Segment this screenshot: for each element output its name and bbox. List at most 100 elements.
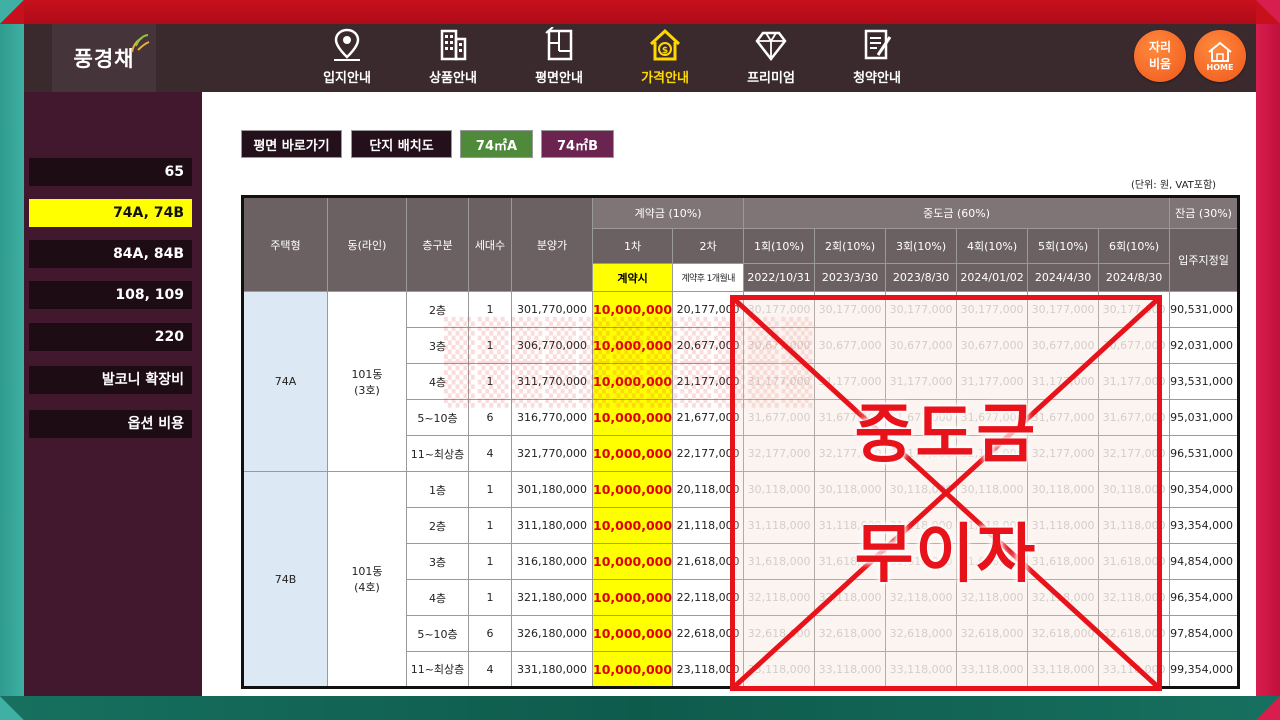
- away-button[interactable]: 자리 비움: [1134, 30, 1186, 82]
- home-button[interactable]: HOME: [1194, 30, 1246, 82]
- dong-cell: 101동 (4호): [327, 471, 407, 688]
- nav-item-location[interactable]: 입지안내: [294, 24, 400, 92]
- interim-cell: 31,618,000: [1027, 543, 1100, 580]
- col-header-interim-date: 2024/01/02: [956, 263, 1029, 292]
- floorplan-shortcut-button[interactable]: 평면 바로가기: [241, 130, 342, 158]
- col-header-interim-round: 4회(10%): [956, 228, 1029, 264]
- sidebar-item-65[interactable]: 65: [29, 158, 192, 186]
- col-header-floor: 층구분: [406, 196, 469, 292]
- frame-corner: [1256, 696, 1280, 720]
- interim-cell: 31,677,000: [956, 399, 1029, 436]
- dong-label: 101동: [351, 367, 383, 381]
- interim-cell: 31,177,000: [885, 363, 958, 400]
- interim-cell: 32,618,000: [1027, 615, 1100, 652]
- interim-cell: 32,118,000: [956, 579, 1029, 616]
- deposit-2-cell: 22,118,000: [672, 579, 745, 616]
- frame-corner: [1256, 0, 1280, 24]
- brand-logo[interactable]: 풍경채: [52, 24, 156, 92]
- interim-cell: 31,618,000: [814, 543, 887, 580]
- type-74b-button[interactable]: 74㎡B: [541, 130, 614, 158]
- balance-cell: 93,354,000: [1169, 507, 1240, 544]
- interim-cell: 32,618,000: [743, 615, 816, 652]
- balance-cell: 94,854,000: [1169, 543, 1240, 580]
- col-header-interim-date: 2022/10/31: [743, 263, 816, 292]
- interim-cell: 31,118,000: [743, 507, 816, 544]
- interim-cell: 30,677,000: [885, 327, 958, 364]
- interim-cell: 31,177,000: [814, 363, 887, 400]
- nav-label: 평면안내: [535, 71, 583, 86]
- nav-item-floorplan[interactable]: 평면안내: [506, 24, 612, 92]
- sidebar-item-balcony[interactable]: 발코니 확장비: [29, 366, 192, 394]
- interim-cell: 32,618,000: [956, 615, 1029, 652]
- price-cell: 301,770,000: [511, 291, 593, 328]
- col-header-housing-type: 주택형: [242, 196, 328, 292]
- interim-cell: 30,118,000: [1027, 471, 1100, 508]
- price-cell: 316,180,000: [511, 543, 593, 580]
- nav-item-price[interactable]: $ 가격안내: [612, 24, 718, 92]
- interim-cell: 30,177,000: [956, 291, 1029, 328]
- deposit-2-cell: 22,618,000: [672, 615, 745, 652]
- site-plan-button[interactable]: 단지 배치도: [351, 130, 452, 158]
- deposit-2-cell: 22,177,000: [672, 435, 745, 472]
- interim-cell: 32,118,000: [1027, 579, 1100, 616]
- col-header-deposit-2: 2차: [672, 228, 745, 264]
- sidebar-item-options[interactable]: 옵션 비용: [29, 410, 192, 438]
- households-cell: 1: [468, 327, 512, 364]
- col-header-interim-round: 6회(10%): [1098, 228, 1171, 264]
- sidebar-item-108[interactable]: 108, 109: [29, 281, 192, 309]
- deposit-1-cell: 10,000,000: [591, 327, 674, 364]
- interim-cell: 30,677,000: [956, 327, 1029, 364]
- housing-type-cell: 74A: [242, 291, 328, 472]
- deposit-1-cell: 10,000,000: [591, 291, 674, 328]
- interim-cell: 32,118,000: [885, 579, 958, 616]
- households-cell: 1: [468, 291, 512, 328]
- dong-line: (4호): [354, 581, 380, 594]
- col-header-deposit: 계약금 (10%): [591, 196, 745, 229]
- balance-cell: 96,531,000: [1169, 435, 1240, 472]
- sidebar-item-84[interactable]: 84A, 84B: [29, 240, 192, 268]
- type-74a-button[interactable]: 74㎡A: [460, 130, 533, 158]
- price-content: 평면 바로가기 단지 배치도 74㎡A 74㎡B (단위: 원, VAT포함) …: [202, 92, 1256, 696]
- interim-cell: 31,118,000: [1027, 507, 1100, 544]
- home-button-label: HOME: [1206, 62, 1234, 72]
- interim-cell: 31,118,000: [956, 507, 1029, 544]
- nav-label: 상품안내: [429, 71, 477, 86]
- frame-right: [1256, 0, 1280, 720]
- interim-cell: 33,118,000: [885, 651, 958, 688]
- nav-item-subscription[interactable]: 청약안내: [824, 24, 930, 92]
- document-pen-icon: [860, 27, 894, 63]
- interim-cell: 31,677,000: [1098, 399, 1171, 436]
- price-table: 주택형 동(라인) 층구분 세대수 분양가 계약금 (10%) 중도금 (60%…: [241, 195, 1241, 689]
- price-cell: 306,770,000: [511, 327, 593, 364]
- interim-cell: 32,618,000: [1098, 615, 1171, 652]
- balance-cell: 90,354,000: [1169, 471, 1240, 508]
- nav-item-product[interactable]: 상품안내: [400, 24, 506, 92]
- interim-cell: 32,618,000: [814, 615, 887, 652]
- unit-note: (단위: 원, VAT포함): [1131, 180, 1217, 191]
- nav-label: 프리미엄: [747, 71, 795, 86]
- interim-cell: 32,177,000: [885, 435, 958, 472]
- interim-cell: 32,177,000: [956, 435, 1029, 472]
- floor-cell: 5~10층: [406, 399, 469, 436]
- interim-cell: 31,118,000: [814, 507, 887, 544]
- sidebar-item-74[interactable]: 74A, 74B: [29, 199, 192, 227]
- interim-cell: 31,677,000: [1027, 399, 1100, 436]
- nav-label: 청약안내: [853, 71, 901, 86]
- frame-corner: [0, 0, 24, 24]
- col-header-interim-date: 2023/3/30: [814, 263, 887, 292]
- households-cell: 4: [468, 435, 512, 472]
- deposit-1-cell: 10,000,000: [591, 615, 674, 652]
- households-cell: 1: [468, 543, 512, 580]
- nav-item-premium[interactable]: 프리미엄: [718, 24, 824, 92]
- leaf-icon: [131, 34, 150, 53]
- floor-cell: 1층: [406, 471, 469, 508]
- deposit-1-cell: 10,000,000: [591, 471, 674, 508]
- balance-cell: 90,531,000: [1169, 291, 1240, 328]
- deposit-1-cell: 10,000,000: [591, 651, 674, 688]
- col-header-interim-round: 5회(10%): [1027, 228, 1100, 264]
- interim-cell: 30,177,000: [1098, 291, 1171, 328]
- housing-type-cell: 74B: [242, 471, 328, 688]
- sidebar-item-220[interactable]: 220: [29, 323, 192, 351]
- price-cell: 311,770,000: [511, 363, 593, 400]
- home-icon: [1208, 41, 1232, 62]
